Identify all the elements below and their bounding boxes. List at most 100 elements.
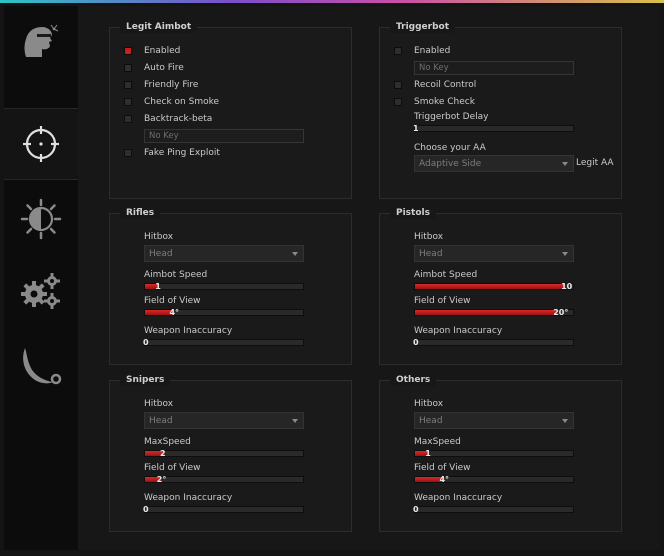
checkbox-box[interactable]: [394, 81, 402, 89]
checkbox-label: Fake Ping Exploit: [144, 148, 220, 158]
inaccuracy-slider[interactable]: 0: [143, 505, 304, 514]
triggerbot-group: Triggerbot Enabled No Key Recoil Control…: [379, 21, 622, 199]
speed-slider[interactable]: 1: [144, 282, 304, 291]
slider-value: 0: [143, 505, 149, 514]
chevron-down-icon: [562, 162, 568, 166]
aa-label: Choose your AA: [414, 143, 486, 153]
checkbox-label: Enabled: [144, 46, 181, 56]
brightness-icon: [20, 198, 62, 240]
fov-slider[interactable]: 2°: [144, 475, 304, 484]
chevron-down-icon: [292, 419, 298, 423]
slider-value: 10: [561, 282, 573, 291]
hitbox-select[interactable]: Head: [144, 412, 304, 429]
checkbox-box[interactable]: [124, 64, 132, 72]
fov-label: Field of View: [414, 296, 471, 306]
hitbox-select[interactable]: Head: [414, 245, 574, 262]
checkbox-box[interactable]: [124, 115, 132, 123]
chevron-down-icon: [562, 252, 568, 256]
checkbox-label: Friendly Fire: [144, 80, 199, 90]
group-title: Legit Aimbot: [120, 21, 198, 33]
hitbox-label: Hitbox: [144, 232, 174, 242]
inaccuracy-label: Weapon Inaccuracy: [414, 326, 503, 336]
crosshair-icon: [23, 126, 59, 162]
select-value: Adaptive Side: [419, 159, 482, 169]
speed-slider[interactable]: 1: [414, 450, 574, 458]
others-group: Others Hitbox Head MaxSpeed 1 Field of V…: [379, 374, 622, 532]
pistols-group: Pistols Hitbox Head Aimbot Speed 10 Fiel…: [379, 207, 622, 365]
slider-value: 2°: [156, 475, 167, 484]
hitbox-select[interactable]: Head: [414, 412, 574, 429]
inaccuracy-slider[interactable]: 0: [143, 338, 304, 347]
cheat-menu-window: Legit Aimbot Enabled Auto Fire Friendly …: [0, 0, 664, 556]
backtrack-checkbox[interactable]: Backtrack-beta: [124, 113, 212, 125]
backtrack-key-input[interactable]: No Key: [144, 129, 304, 143]
checkbox-label: Recoil Control: [414, 80, 477, 90]
slider-value: 1: [155, 282, 161, 291]
inaccuracy-label: Weapon Inaccuracy: [144, 326, 233, 336]
speed-label: Aimbot Speed: [414, 270, 478, 280]
legit-aimbot-group: Legit Aimbot Enabled Auto Fire Friendly …: [109, 21, 352, 199]
tab-visuals[interactable]: [4, 184, 78, 254]
inaccuracy-slider[interactable]: 0: [413, 339, 574, 347]
chevron-down-icon: [292, 252, 298, 256]
speed-label: MaxSpeed: [414, 437, 461, 447]
group-title: Triggerbot: [390, 21, 456, 33]
aa-select[interactable]: Adaptive Side: [414, 155, 574, 172]
group-title: Pistols: [390, 207, 436, 219]
fov-slider[interactable]: 20°: [414, 308, 574, 317]
checkbox-label: Backtrack-beta: [144, 114, 213, 124]
trigger-enabled-checkbox[interactable]: Enabled: [394, 45, 450, 57]
checkbox-box[interactable]: [124, 98, 132, 106]
speed-slider[interactable]: 2: [144, 450, 304, 458]
delay-slider[interactable]: 1: [413, 124, 574, 133]
select-value: Head: [419, 416, 443, 426]
fov-slider[interactable]: 4°: [144, 308, 304, 317]
tab-legit[interactable]: [4, 108, 78, 180]
group-title: Rifles: [120, 207, 161, 219]
trigger-key-input[interactable]: No Key: [414, 61, 574, 75]
auto-fire-checkbox[interactable]: Auto Fire: [124, 62, 184, 74]
checkbox-box[interactable]: [124, 81, 132, 89]
slider-value: 20°: [553, 308, 569, 317]
snipers-group: Snipers Hitbox Head MaxSpeed 2 Field of …: [109, 374, 352, 532]
sidebar: [4, 6, 78, 550]
content-area: Legit Aimbot Enabled Auto Fire Friendly …: [78, 6, 660, 550]
select-value: Head: [149, 249, 173, 259]
group-title: Others: [390, 374, 437, 386]
checkbox-box[interactable]: [394, 98, 402, 106]
headshot-icon: [24, 24, 59, 57]
gears-icon: [21, 273, 60, 309]
slider-value: 0: [143, 338, 149, 347]
karambit-knife-icon: [23, 348, 62, 385]
tab-rage[interactable]: [4, 6, 78, 76]
recoil-control-checkbox[interactable]: Recoil Control: [394, 79, 476, 91]
speed-slider[interactable]: 10: [414, 282, 574, 291]
select-value: Head: [419, 249, 443, 259]
fake-ping-checkbox[interactable]: Fake Ping Exploit: [124, 147, 220, 159]
hitbox-select[interactable]: Head: [144, 245, 304, 262]
inaccuracy-slider[interactable]: 0: [413, 505, 574, 514]
checkbox-box[interactable]: [124, 47, 132, 55]
checkbox-label: Check on Smoke: [144, 97, 220, 107]
checkbox-box[interactable]: [124, 149, 132, 157]
tab-skins[interactable]: [4, 331, 78, 401]
friendly-fire-checkbox[interactable]: Friendly Fire: [124, 79, 198, 91]
check-on-smoke-checkbox[interactable]: Check on Smoke: [124, 96, 219, 108]
fov-slider[interactable]: 4°: [414, 476, 574, 484]
slider-fill: [415, 284, 566, 289]
slider-value: 4°: [169, 308, 180, 317]
slider-fill: [415, 310, 558, 315]
checkbox-label: Smoke Check: [414, 97, 475, 107]
enabled-checkbox[interactable]: Enabled: [124, 45, 180, 57]
gradient-top-bar: [0, 0, 664, 3]
checkbox-box[interactable]: [394, 47, 402, 55]
speed-label: MaxSpeed: [144, 437, 191, 447]
smoke-check-checkbox[interactable]: Smoke Check: [394, 96, 475, 108]
rifles-group: Rifles Hitbox Head Aimbot Speed 1 Field …: [109, 207, 352, 365]
fov-label: Field of View: [414, 463, 471, 473]
group-title: Snipers: [120, 374, 171, 386]
slider-value: 1: [413, 124, 419, 133]
tab-settings[interactable]: [4, 256, 78, 326]
inaccuracy-label: Weapon Inaccuracy: [414, 493, 503, 503]
slider-value: 0: [413, 505, 419, 514]
